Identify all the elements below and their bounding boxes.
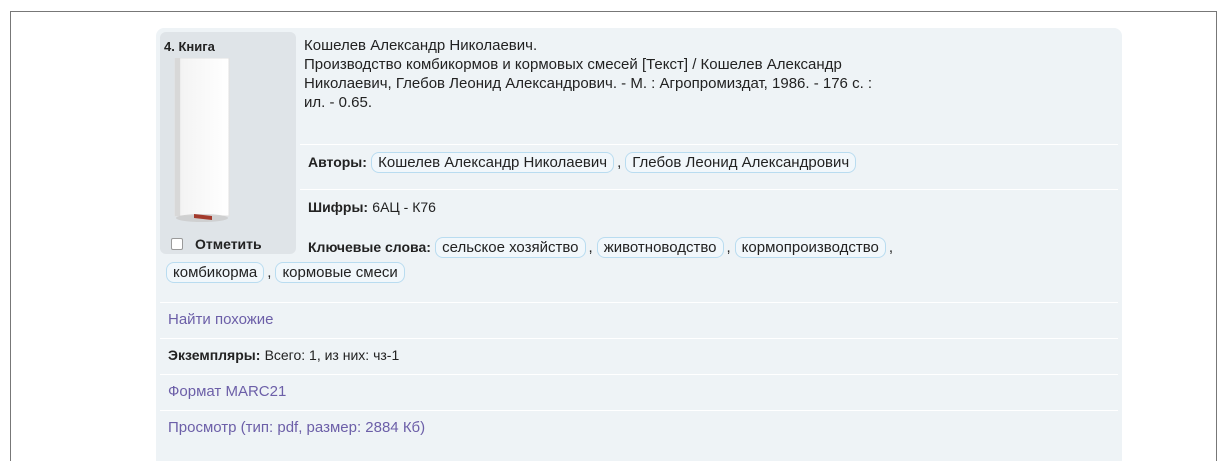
description-line: ил. - 0.65.: [304, 94, 372, 111]
description-line: Николаевич, Глебов Леонид Александрович.…: [304, 75, 873, 92]
copies-row: Экземпляры: Всего: 1, из них: чз-1: [160, 338, 1118, 374]
description-line: Кошелев Александр Николаевич.: [304, 37, 538, 54]
cover-panel: 4. Книга Отметить: [160, 32, 296, 254]
record-number: 4. Книга: [164, 39, 215, 54]
separator: ,: [588, 239, 593, 256]
frame-right-border: [1216, 11, 1217, 461]
marc21-link[interactable]: Формат MARC21: [168, 383, 286, 400]
book-cover-icon: [174, 58, 230, 222]
description-line: Производство комбикормов и кормовых смес…: [304, 56, 842, 73]
keywords-row: Ключевые слова: сельское хозяйство, живот…: [160, 232, 1118, 302]
keyword-chip[interactable]: кормопроизводство: [734, 237, 886, 258]
find-similar-link[interactable]: Найти похожие: [168, 311, 274, 328]
author-chip[interactable]: Кошелев Александр Николаевич: [371, 152, 615, 173]
separator: ,: [267, 264, 272, 281]
author-chip[interactable]: Глебов Леонид Александрович: [625, 152, 857, 173]
copies-value: Всего: 1, из них: чз-1: [264, 347, 400, 363]
keyword-chip[interactable]: животноводство: [596, 237, 724, 258]
view-pdf-link[interactable]: Просмотр (тип: pdf, размер: 2884 Кб): [168, 419, 425, 436]
keyword-chip[interactable]: комбикорма: [166, 262, 265, 283]
authors-row: Авторы: Кошелев Александр Николаевич, Гле…: [300, 144, 1118, 189]
keywords-label: Ключевые слова:: [308, 239, 431, 255]
codes-row: Шифры: 6АЦ - К76: [300, 189, 1118, 232]
keyword-chip[interactable]: сельское хозяйство: [435, 237, 586, 258]
frame-left-border: [10, 11, 11, 461]
frame-top-border: [10, 11, 1217, 12]
copies-label: Экземпляры:: [168, 347, 261, 363]
bibliographic-description: Кошелев Александр Николаевич. Производст…: [304, 36, 1112, 112]
separator: ,: [617, 154, 622, 171]
codes-label: Шифры:: [308, 199, 369, 215]
search-result-record: 4. Книга Отметить Кошелев Александр Нико…: [156, 28, 1122, 461]
codes-value: 6АЦ - К76: [372, 199, 436, 215]
authors-label: Авторы:: [308, 154, 367, 170]
separator: ,: [888, 239, 894, 256]
find-similar-row: Найти похожие: [160, 302, 1118, 338]
marc-row: Формат MARC21: [160, 374, 1118, 410]
separator: ,: [726, 239, 731, 256]
keyword-chip[interactable]: кормовые смеси: [275, 262, 405, 283]
view-row: Просмотр (тип: pdf, размер: 2884 Кб): [160, 410, 1118, 450]
